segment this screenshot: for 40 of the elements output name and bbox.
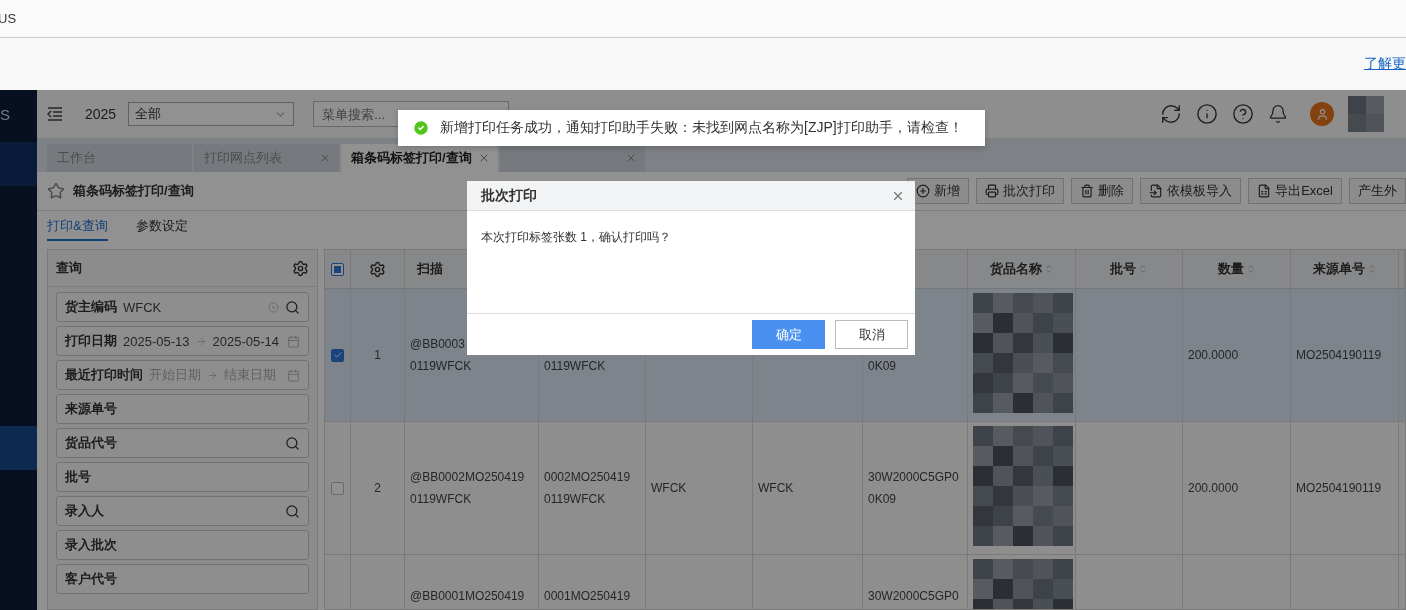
table-cell-text: MO2504190119 [1296, 480, 1383, 497]
toast-text: 新增打印任务成功，通知打印助手失败：未找到网点名称为[ZJP]打印助手，请检查！ [440, 119, 963, 137]
table-cell-text: 30W2000C5GP0 [868, 469, 960, 486]
field-label: 货品代号 [65, 434, 117, 452]
field-label: 录入人 [65, 502, 104, 520]
field-label: 货主编码 [65, 298, 117, 316]
table-cell-text: 200.0000 [1188, 347, 1240, 364]
panel-title: 查询 [56, 259, 82, 277]
field-label: 打印日期 [65, 332, 117, 350]
date-value: 2025-05-13 [123, 333, 190, 349]
table-cell-text: WFCK [651, 480, 688, 497]
logo-text: S [0, 104, 11, 125]
table-cell-text: @BB0003 [410, 336, 466, 353]
table-cell-text: @BB0001MO250419 [410, 588, 526, 605]
date-value: 2025-05-14 [212, 333, 279, 349]
table-cell-text: 0K09 [868, 358, 898, 375]
field-label: 录入批次 [65, 536, 117, 554]
table-cell-text: 0002MO250419 [544, 469, 632, 486]
table-cell-text: 0119WFCK [544, 491, 607, 508]
table-cell-text: 200.0000 [1188, 480, 1240, 497]
table-cell-text: WFCK [758, 480, 795, 497]
table-cell-text: MO2504190119 [1296, 347, 1383, 364]
table-cell-text: 0K09 [868, 491, 898, 508]
table-cell-text: 0119WFCK [410, 358, 473, 375]
field-label: 来源单号 [65, 400, 117, 418]
row-number: 2 [374, 480, 381, 497]
field-value: WFCK [123, 299, 162, 315]
year-label: 2025 [85, 106, 117, 122]
table-cell-text: @BB0002MO250419 [410, 469, 526, 486]
dialog-title: 批次打印 [481, 186, 537, 205]
field-label: 批号 [65, 468, 91, 486]
table-cell-text: 0119WFCK [410, 491, 473, 508]
table-cell-text: 0001MO250419 [544, 588, 632, 605]
field-label: 最近打印时间 [65, 366, 143, 384]
page-title: 箱条码标签打印/查询 [73, 182, 194, 200]
table-cell-text: 30W2000C5GP0 [868, 588, 960, 605]
table-cell-text: 0119WFCK [544, 358, 607, 375]
field-label: 客户代号 [65, 570, 117, 588]
row-number: 1 [374, 347, 381, 364]
dialog-message: 本次打印标签张数 1，确认打印吗？ [481, 230, 671, 244]
